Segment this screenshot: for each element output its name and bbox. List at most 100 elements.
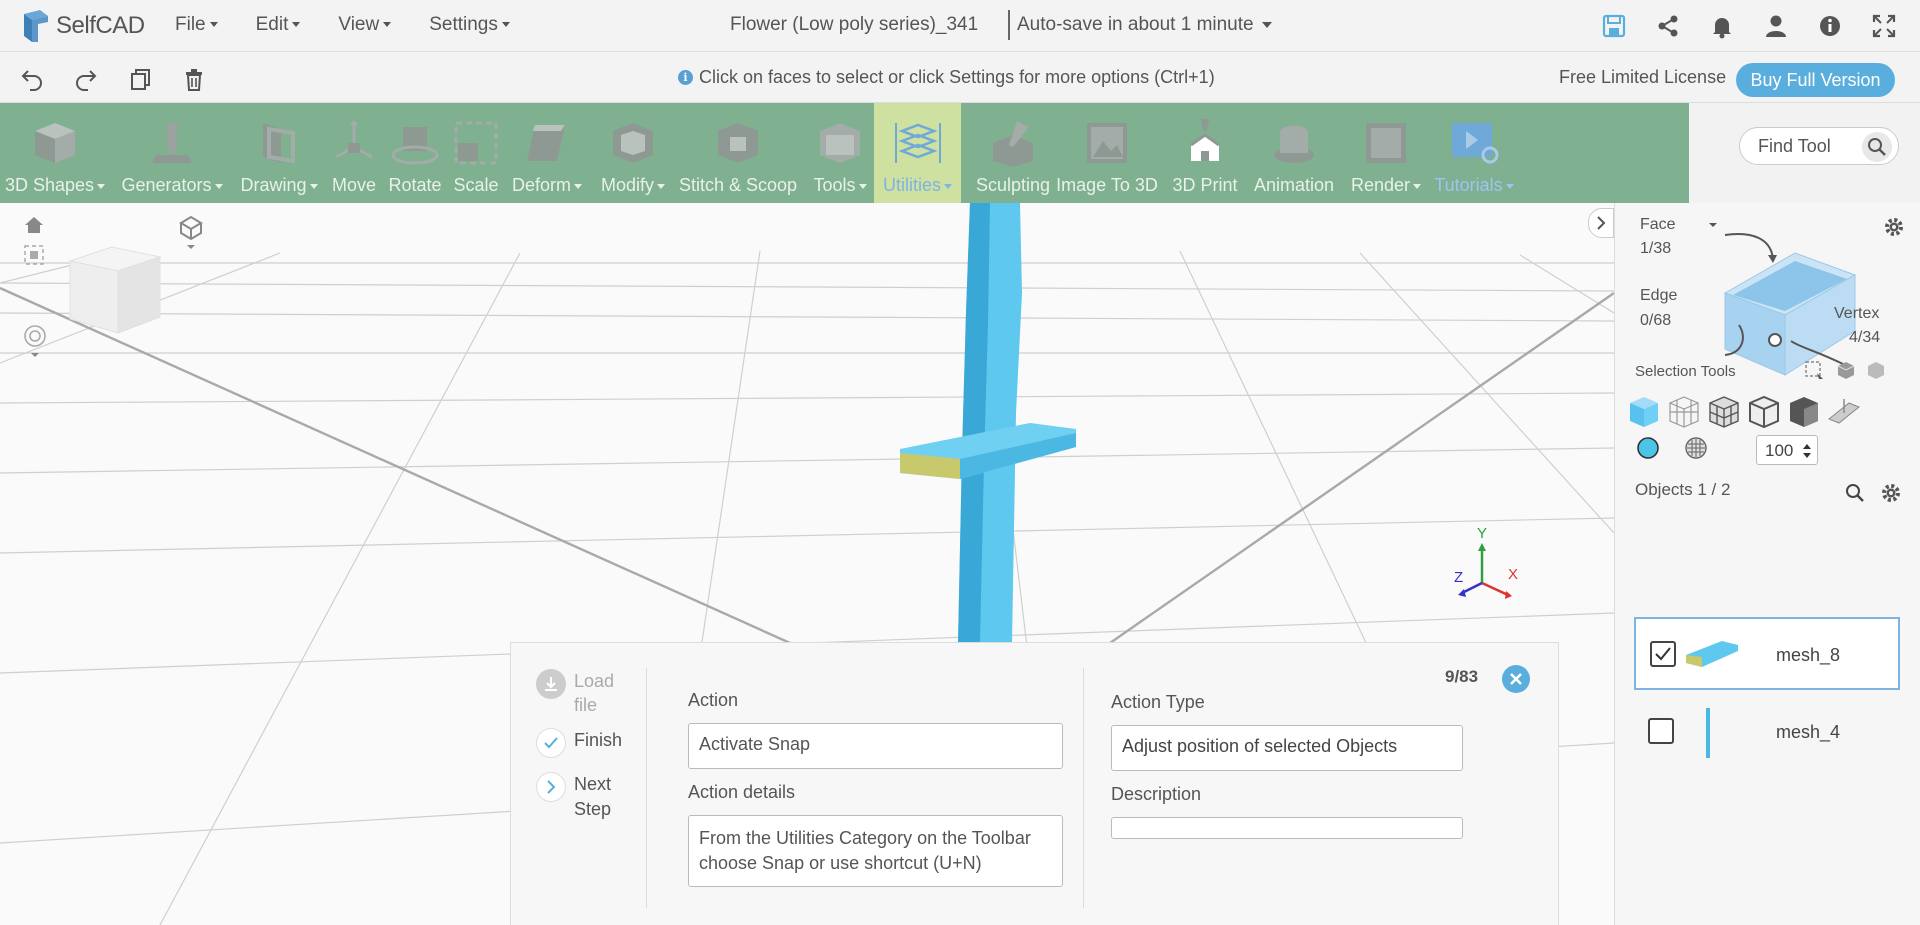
menu-file[interactable]: File — [175, 14, 218, 36]
face-mode-label[interactable]: Face — [1640, 216, 1676, 234]
tool-utilities[interactable]: Utilities — [874, 103, 961, 203]
color-swatch-icon[interactable] — [1635, 435, 1661, 461]
tool-drawing[interactable]: Drawing — [234, 103, 324, 203]
select-object-icon[interactable] — [1835, 359, 1857, 381]
share-icon[interactable] — [1654, 12, 1682, 40]
tool-label: Image To 3D — [1056, 175, 1158, 195]
panel-collapse-button[interactable] — [1588, 208, 1614, 238]
trash-icon[interactable] — [180, 65, 208, 93]
tool-label: Sculpting — [975, 175, 1051, 195]
undo-icon[interactable] — [18, 65, 46, 93]
modify-icon — [613, 123, 653, 163]
tool-3d-shapes[interactable]: 3D Shapes — [2, 103, 108, 203]
close-icon — [1510, 673, 1522, 685]
plane-icon[interactable] — [1825, 393, 1863, 431]
save-icon[interactable] — [1600, 12, 1628, 40]
tool-modify[interactable]: Modify — [590, 103, 676, 203]
right-panel: Face 1/38 Edge 0/68 Vertex 4/34 Selectio… — [1614, 203, 1920, 925]
tool-scale[interactable]: Scale — [449, 103, 503, 203]
tool-sculpting[interactable]: Sculpting — [962, 103, 1064, 203]
opacity-stepper[interactable]: 100 — [1756, 435, 1818, 465]
object-checkbox[interactable] — [1650, 641, 1676, 667]
axis-z-label: Z — [1454, 569, 1464, 586]
search-icon[interactable] — [1843, 481, 1867, 505]
tool-image-to-3d[interactable]: Image To 3D — [1052, 103, 1162, 203]
mesh-thumbnail — [1706, 708, 1710, 758]
utilities-icon — [894, 123, 941, 163]
project-title[interactable]: Flower (Low poly series)_341 — [730, 14, 978, 36]
tool-stitch-scoop[interactable]: Stitch & Scoop — [676, 103, 800, 203]
bell-icon[interactable] — [1708, 12, 1736, 40]
download-icon — [536, 669, 566, 699]
menu-view[interactable]: View — [338, 14, 391, 36]
image-icon — [1087, 123, 1127, 163]
mesh-thumbnail — [1686, 641, 1738, 667]
edges-cube-icon[interactable] — [1745, 393, 1783, 431]
object-row[interactable]: mesh_8 — [1634, 617, 1900, 690]
view-cube[interactable] — [66, 243, 166, 335]
object-checkbox[interactable] — [1648, 718, 1674, 744]
object-name: mesh_8 — [1776, 645, 1841, 665]
animation-icon — [1274, 125, 1314, 163]
grid-cube-icon[interactable] — [1705, 393, 1743, 431]
tool-generators[interactable]: Generators — [116, 103, 228, 203]
shaded-cube-icon[interactable] — [1785, 393, 1823, 431]
hint-text: i Click on faces to select or click Sett… — [678, 67, 1215, 88]
tool-deform[interactable]: Deform — [505, 103, 589, 203]
render-icon — [1366, 123, 1406, 163]
stepper-arrows-icon[interactable] — [1802, 442, 1812, 460]
orbit-icon[interactable] — [20, 263, 50, 303]
menu-edit[interactable]: Edit — [256, 14, 301, 36]
tool-render[interactable]: Render — [1344, 103, 1428, 203]
fullscreen-icon[interactable] — [1870, 12, 1898, 40]
tool-3d-print[interactable]: 3D Print — [1168, 103, 1242, 203]
copy-icon[interactable] — [126, 65, 154, 93]
redo-icon[interactable] — [72, 65, 100, 93]
logo-icon — [24, 10, 48, 42]
tool-tools[interactable]: Tools — [805, 103, 875, 203]
tool-label: Drawing — [240, 175, 317, 196]
action-bar: i Click on faces to select or click Sett… — [0, 53, 1920, 103]
action-type-field: Adjust position of selected Objects — [1111, 725, 1463, 771]
rotate-icon — [391, 127, 439, 165]
tool-move[interactable]: Move — [326, 103, 382, 203]
next-step-button[interactable]: Next Step — [536, 772, 624, 822]
select-all-icon[interactable] — [1865, 359, 1887, 381]
home-icon[interactable] — [22, 213, 46, 237]
selection-tools-label: Selection Tools — [1635, 363, 1736, 380]
print-icon — [1190, 119, 1220, 161]
tool-rotate[interactable]: Rotate — [383, 103, 447, 203]
orbit-target-icon[interactable] — [22, 323, 48, 363]
tool-label: Generators — [121, 175, 222, 196]
generator-icon — [152, 123, 192, 163]
load-file-step[interactable]: Load file — [536, 669, 624, 717]
selfcad-logo[interactable]: SelfCAD — [20, 6, 145, 46]
info-icon[interactable] — [1816, 12, 1844, 40]
search-icon[interactable] — [1862, 132, 1892, 162]
move-icon — [335, 120, 373, 159]
tool-tutorials[interactable]: Tutorials — [1428, 103, 1520, 203]
description-field — [1111, 817, 1463, 839]
object-row[interactable]: mesh_4 — [1634, 696, 1900, 769]
objects-settings-icon[interactable] — [1879, 481, 1903, 505]
solid-cube-icon[interactable] — [1625, 393, 1663, 431]
user-icon[interactable] — [1762, 12, 1790, 40]
tools-icon — [820, 123, 860, 163]
select-rect-icon[interactable] — [1803, 359, 1825, 381]
find-tool-search[interactable] — [1739, 127, 1899, 165]
finish-step[interactable]: Finish — [536, 728, 622, 758]
view-mode-icon[interactable] — [176, 211, 206, 251]
action-label: Action — [688, 690, 739, 710]
tool-label: Tutorials — [1434, 175, 1513, 196]
tool-animation[interactable]: Animation — [1242, 103, 1346, 203]
autosave-dropdown[interactable]: Auto-save in about 1 minute — [1017, 14, 1272, 36]
find-tool-input[interactable] — [1758, 136, 1858, 157]
buy-full-version-button[interactable]: Buy Full Version — [1736, 63, 1895, 97]
opacity-value: 100 — [1765, 441, 1794, 460]
menu-settings[interactable]: Settings — [429, 14, 510, 36]
wireframe-cube-icon[interactable] — [1665, 393, 1703, 431]
tool-label: Move — [331, 175, 376, 195]
close-tutorial-button[interactable] — [1502, 665, 1530, 693]
edge-count: 0/68 — [1640, 312, 1672, 329]
texture-icon[interactable] — [1683, 435, 1709, 461]
